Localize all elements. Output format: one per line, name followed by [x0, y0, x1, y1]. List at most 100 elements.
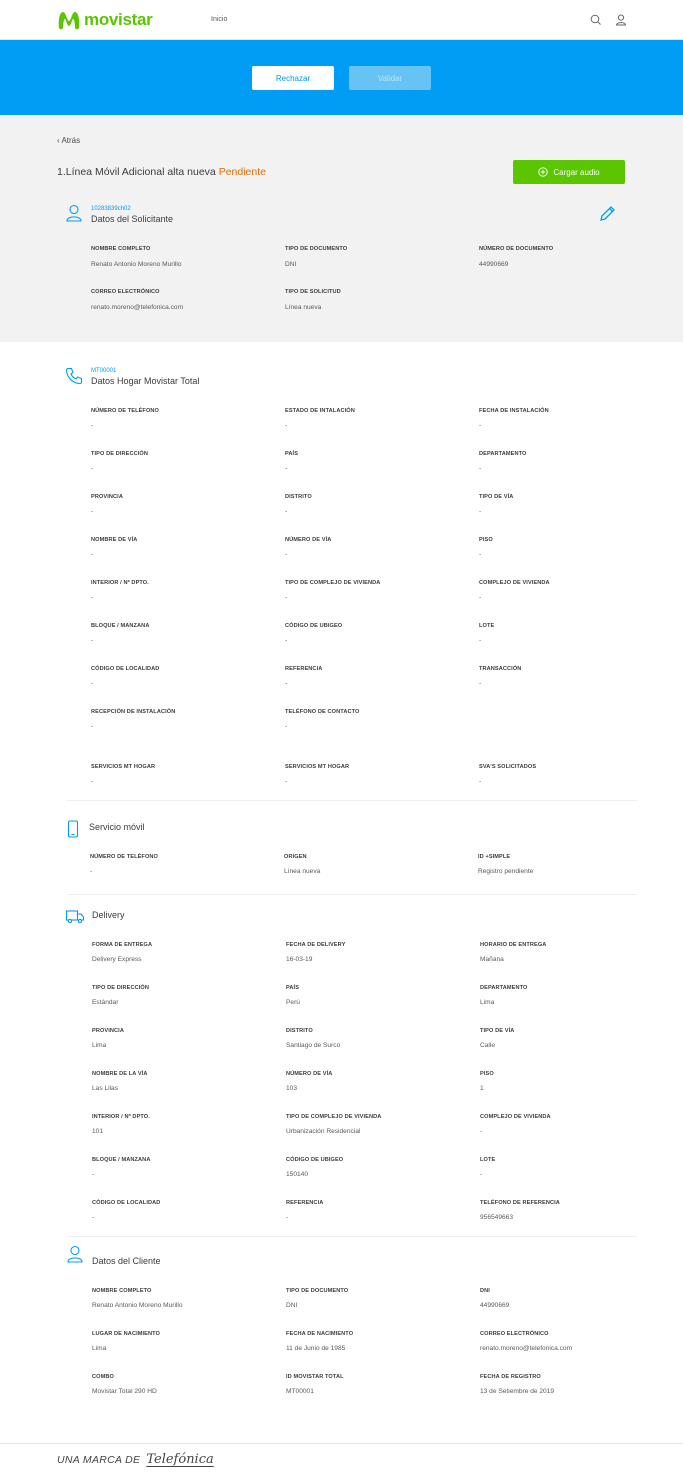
field-value: renato.moreno@telefonica.com	[91, 304, 184, 311]
field-value: -	[479, 422, 482, 429]
movistar-logo[interactable]: movistar	[57, 9, 153, 31]
action-band: Rechazar Validar	[0, 40, 683, 115]
field-value: -	[285, 778, 288, 785]
mobile-section-title: Servicio móvil	[89, 822, 145, 832]
field-label: SVA's solicitados	[479, 764, 537, 770]
field-label: Servicios MT Hogar	[285, 764, 350, 770]
field-value: Línea nueva	[285, 304, 322, 311]
field-label: Complejo de vivienda	[480, 1114, 551, 1120]
field-label: Teléfono de contacto	[285, 709, 360, 715]
field-value: Mañana	[480, 956, 504, 963]
footer-divider	[0, 1443, 683, 1444]
field-value: 11 de Junio de 1985	[286, 1345, 346, 1352]
field-label: Fecha de delivery	[286, 942, 346, 948]
field-value: Renato Antonio Moreno Murillo	[91, 261, 182, 268]
field-value: Lima	[92, 1345, 107, 1352]
field-label: DNI	[480, 1288, 490, 1294]
field-value: -	[285, 422, 288, 429]
field-value: Perú	[286, 999, 300, 1006]
field-label: ID +Simple	[478, 854, 511, 860]
field-label: Nombre completo	[92, 1288, 152, 1294]
field-value: -	[285, 723, 288, 730]
upload-audio-label: Cargar audio	[553, 167, 600, 177]
field-value: -	[480, 1128, 483, 1135]
delivery-truck-icon	[65, 910, 85, 924]
field-label: Piso	[480, 1071, 494, 1077]
field-value: -	[91, 594, 94, 601]
field-value: -	[91, 637, 94, 644]
nav-link-inicio[interactable]: Inicio	[211, 16, 227, 23]
validate-button[interactable]: Validar	[349, 66, 431, 90]
phone-icon	[65, 367, 83, 385]
field-label: Tipo de dirección	[91, 451, 149, 457]
status-badge: Pendiente	[218, 166, 266, 178]
search-icon[interactable]	[589, 13, 603, 27]
footer: UNA MARCA DE Telefónica	[57, 1452, 214, 1467]
field-value: Calle	[480, 1042, 496, 1049]
field-label: Departamento	[479, 451, 527, 457]
field-value: 956549663	[480, 1214, 514, 1221]
field-value: -	[285, 680, 288, 687]
reject-button[interactable]: Rechazar	[252, 66, 334, 90]
person-icon	[67, 1245, 83, 1263]
field-label: Bloque / Manzana	[91, 623, 150, 629]
movistar-m-icon	[58, 12, 80, 30]
field-label: Referencia	[286, 1200, 324, 1206]
field-label: Código de localidad	[92, 1200, 161, 1206]
field-value: Lima	[480, 999, 495, 1006]
field-label: Fecha de instalación	[479, 408, 549, 414]
field-label: Número de teléfono	[90, 854, 158, 860]
field-label: Fecha de nacimiento	[286, 1331, 354, 1337]
field-label: Correo electrónico	[480, 1331, 549, 1337]
field-label: Estado de intalación	[285, 408, 355, 414]
field-value: DNI	[285, 261, 297, 268]
field-value: Las Lilas	[92, 1085, 119, 1092]
field-label: Forma de entrega	[92, 942, 153, 948]
field-value: Urbanización Residencial	[286, 1128, 361, 1135]
field-value: Lima	[92, 1042, 107, 1049]
field-value: -	[285, 637, 288, 644]
field-value: Línea nueva	[284, 868, 321, 875]
field-label: Código de ubigeo	[285, 623, 343, 629]
field-value: Renato Antonio Moreno Murillo	[92, 1302, 183, 1309]
back-link[interactable]: ‹ Atrás	[57, 136, 80, 145]
field-label: Número de teléfono	[91, 408, 159, 414]
field-value: Estándar	[92, 999, 119, 1006]
field-label: Interior / Nº Dpto.	[92, 1114, 150, 1120]
field-value: -	[285, 594, 288, 601]
field-label: Número de vía	[286, 1071, 333, 1077]
field-label: Origen	[284, 854, 307, 860]
request-summary-section: ‹ Atrás 1.Línea Móvil Adicional alta nue…	[0, 115, 683, 342]
field-value: -	[479, 508, 482, 515]
section-divider	[67, 1236, 637, 1237]
field-value: 1	[480, 1085, 484, 1092]
field-label: Bloque / Manzana	[92, 1157, 151, 1163]
field-value: -	[479, 465, 482, 472]
user-account-icon[interactable]	[614, 13, 628, 27]
request-title: 1.Línea Móvil Adicional alta nueva	[57, 166, 216, 178]
field-value: -	[479, 778, 482, 785]
field-value: -	[91, 723, 94, 730]
field-value: -	[479, 680, 482, 687]
field-value: -	[90, 868, 93, 875]
field-label: Lote	[479, 623, 495, 629]
upload-audio-button[interactable]: Cargar audio	[513, 160, 625, 184]
field-label: País	[286, 985, 300, 991]
field-value: -	[92, 1171, 95, 1178]
field-label: Lugar de nacimiento	[92, 1331, 160, 1337]
delivery-section-title: Delivery	[92, 910, 125, 920]
field-value: 150140	[286, 1171, 309, 1178]
field-value: Santiago de Surco	[286, 1042, 341, 1049]
field-value: 13 de Setiembre de 2019	[480, 1388, 555, 1395]
field-value: -	[479, 551, 482, 558]
brand-name: movistar	[84, 10, 153, 29]
field-value: -	[480, 1171, 483, 1178]
field-value: renato.moreno@telefonica.com	[480, 1345, 573, 1352]
field-label: Tipo de vía	[480, 1028, 515, 1034]
field-value: Delivery Express	[92, 956, 142, 963]
field-value: MT00001	[286, 1388, 314, 1395]
field-label: Tipo de solicitud	[285, 289, 341, 295]
pencil-edit-icon[interactable]	[598, 205, 618, 223]
field-label: Número de vía	[285, 537, 332, 543]
field-value: -	[285, 551, 288, 558]
